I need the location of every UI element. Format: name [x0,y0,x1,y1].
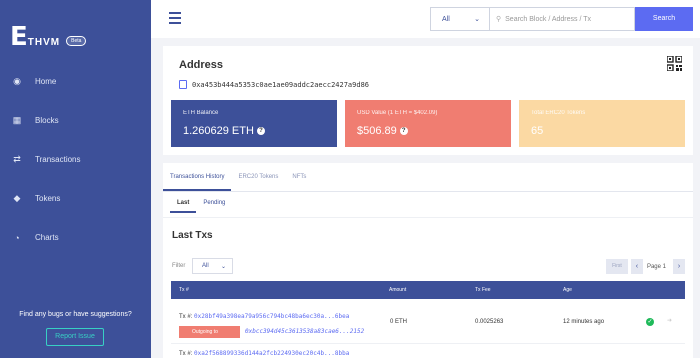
column-header-amount: Amount [389,287,407,293]
page-indicator: Page 1 [646,263,666,270]
logo-text: THVM [27,36,61,48]
top-bar: All ⌄ ⚲ Search Block / Address / Tx Sear… [151,0,700,38]
tx-fee: 0.0025263 [475,319,504,325]
sidebar-item-label: Blocks [35,116,59,125]
table-header: Tx # Amount Tx Fee Age [171,281,685,299]
tx-hash-line: Tx #: 0x28bf49a398ea79a956c794bc48ba6ec3… [179,313,349,320]
chevron-down-icon: ⌄ [474,16,480,23]
sidebar-nav: ◉ Home ▦ Blocks ⇄ Transactions ◆ Tokens … [0,62,151,257]
sidebar-item-label: Charts [35,233,59,242]
help-icon[interactable]: ? [256,127,265,135]
logo-mark: E [10,22,28,52]
subtab-last[interactable]: Last [170,198,197,213]
tx-age: 12 minutes ago [563,319,605,325]
tx-hash-link[interactable]: 0x28bf49a398ea79a956c794bc48ba6ec30a...6… [194,313,349,320]
tx-label: Tx #: [179,314,193,320]
dashboard-icon: ◉ [13,76,21,86]
success-icon: ✓ [646,318,654,326]
sidebar-item-tokens[interactable]: ◆ Tokens [0,179,151,218]
eth-balance-tile: ETH Balance 1.260629 ETH ? [171,100,337,147]
search-placeholder: Search Block / Address / Tx [505,15,591,23]
sidebar-item-home[interactable]: ◉ Home [0,62,151,101]
erc20-label: Total ERC20 Tokens [531,110,586,116]
sub-tab-bar: Last Pending [170,198,232,213]
exchange-icon: ⇄ [13,154,21,164]
column-header-fee: Tx Fee [475,287,491,293]
table-row[interactable]: Tx #: 0xa2f568899336d144a2fcb224930ec20c… [171,349,685,358]
logo[interactable]: E THVM Beta [10,22,87,52]
tab-bar: Transactions History ERC20 Tokens NFTs [163,163,693,192]
filter-label: Filter [172,263,186,269]
chevron-left-icon: ‹ [635,263,639,270]
filter-select[interactable]: All ⌄ [192,258,233,274]
filter-value: All [202,263,209,269]
cubes-icon: ▦ [12,115,22,125]
tx-amount: 0 ETH [390,319,408,325]
to-address-link[interactable]: 0xbcc394d45c3613538a83cae6...2152 [245,328,364,335]
tab-erc20-tokens[interactable]: ERC20 Tokens [231,163,285,191]
column-header-age: Age [563,287,572,293]
erc20-tile: Total ERC20 Tokens 65 [519,100,685,147]
qr-code-icon[interactable] [667,56,682,71]
sidebar-item-label: Transactions [35,155,81,164]
erc20-value-row: 65 [531,125,673,137]
sidebar-item-blocks[interactable]: ▦ Blocks [0,101,151,140]
search-filter-value: All [442,15,450,23]
tx-hash-line: Tx #: 0xa2f568899336d144a2fcb224930ec20c… [179,350,349,357]
eth-balance-value-row: 1.260629 ETH ? [183,125,325,137]
beta-badge: Beta [66,36,87,46]
column-header-tx: Tx # [179,287,189,293]
search-bar: All ⌄ ⚲ Search Block / Address / Tx Sear… [430,7,693,31]
tab-transactions-history[interactable]: Transactions History [163,163,232,191]
pie-chart-icon: ◔ [14,232,20,243]
address-card: Address 0xa453b444a5353c0ae1ae09addc2aec… [163,46,693,155]
usd-value-row: $506.89 ? [357,125,499,137]
sidebar-item-charts[interactable]: ◔ Charts [0,218,151,257]
feedback-text: Find any bugs or have suggestions? [19,311,132,318]
copy-icon[interactable] [179,80,187,89]
address-title: Address [179,59,224,71]
subtab-pending[interactable]: Pending [196,198,232,213]
tx-label: Tx #: [179,351,193,357]
divider [163,217,693,218]
erc20-value: 65 [531,125,544,137]
next-page-button[interactable]: › [673,259,685,274]
address-hash: 0xa453b444a5353c0ae1ae09addc2aecc2427a9d… [192,80,370,89]
menu-icon[interactable] [169,12,181,24]
sidebar-item-transactions[interactable]: ⇄ Transactions [0,140,151,179]
prev-page-button[interactable]: ‹ [630,259,643,274]
search-icon: ⚲ [496,16,502,23]
pagination: First ‹ Page 1 › [605,259,685,274]
chevron-right-icon: › [677,263,681,270]
expand-icon[interactable]: ➜ [667,317,672,324]
ethereum-icon: ◆ [13,193,21,203]
first-page-button[interactable]: First [605,259,628,274]
search-filter-select[interactable]: All ⌄ [430,7,489,31]
usd-value: $506.89 [357,125,397,137]
sidebar-item-label: Tokens [35,194,61,203]
sidebar: E THVM Beta ◉ Home ▦ Blocks ⇄ Transactio… [0,0,151,358]
usd-value-tile: USD Value (1 ETH = $402.09) $506.89 ? [345,100,511,147]
report-issue-button[interactable]: Report Issue [46,328,104,346]
tab-nfts[interactable]: NFTs [285,163,313,191]
search-input[interactable]: ⚲ Search Block / Address / Tx [489,7,635,31]
help-icon[interactable]: ? [399,127,408,135]
search-button[interactable]: Search [635,7,693,31]
last-txs-title: Last Txs [172,230,213,241]
eth-balance-label: ETH Balance [183,110,219,116]
transactions-card: Transactions History ERC20 Tokens NFTs L… [163,163,693,358]
table-row[interactable]: Tx #: 0x28bf49a398ea79a956c794bc48ba6ec3… [171,304,685,344]
chevron-down-icon: ⌄ [220,263,226,270]
sidebar-item-label: Home [35,77,57,86]
usd-value-label: USD Value (1 ETH = $402.09) [357,110,438,116]
tx-hash-link[interactable]: 0xa2f568899336d144a2fcb224930ec20c4b...8… [194,350,349,357]
eth-balance-value: 1.260629 ETH [183,125,254,137]
direction-badge: Outgoing to [179,326,240,338]
address-row: 0xa453b444a5353c0ae1ae09addc2aecc2427a9d… [179,80,369,89]
balance-tiles: ETH Balance 1.260629 ETH ? USD Value (1 … [171,100,693,147]
